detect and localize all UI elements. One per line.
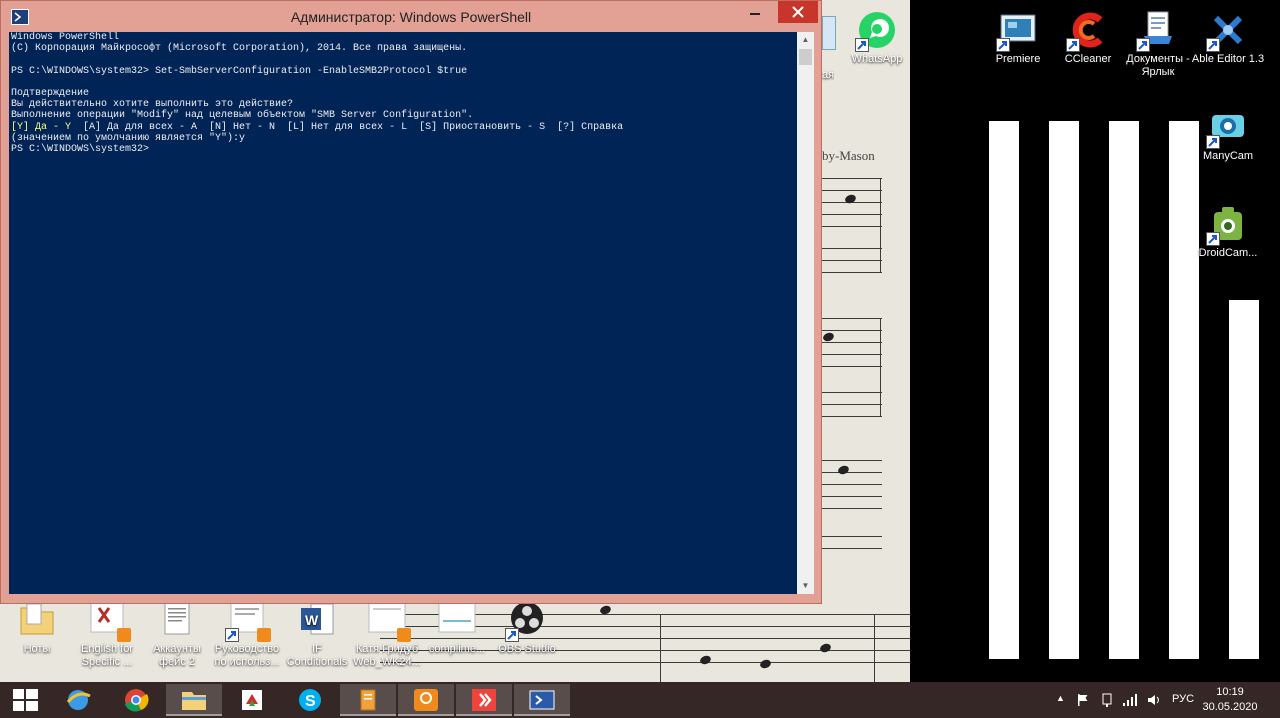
minimize-button[interactable]	[741, 1, 769, 23]
sheet-music-composer: by-Mason	[822, 148, 875, 163]
desktop-icon-katya-gridub[interactable]: Катя Гридуб Web_WK24...	[350, 600, 424, 669]
document-shortcut-icon	[225, 600, 271, 642]
white-bar	[1109, 121, 1139, 659]
svg-text:W: W	[305, 612, 319, 628]
powershell-window[interactable]: Администратор: Windows PowerShell Window…	[0, 0, 822, 604]
scroll-down-icon[interactable]: ▼	[797, 578, 814, 594]
white-bar	[1169, 121, 1199, 659]
console-line: Выполнение операции "Modify" над целевым…	[11, 110, 474, 122]
console-line: (значением по умолчанию является "Y"):y	[11, 132, 246, 144]
language-indicator[interactable]: РУС	[1172, 693, 1194, 705]
desktop-icon-ccleaner[interactable]: CCleaner	[1051, 10, 1125, 66]
network-icon[interactable]	[1100, 692, 1114, 708]
show-hidden-icons[interactable]: ▲	[1056, 693, 1065, 703]
console-command-line: PS C:\WINDOWS\system32> Set-SmbServerCon…	[11, 65, 468, 77]
desktop-icon-if-conditionals[interactable]: W IF Conditionals	[280, 600, 354, 669]
close-icon	[792, 6, 804, 18]
folder-icon	[17, 600, 57, 640]
close-button[interactable]	[778, 1, 818, 23]
window-title: Администратор: Windows PowerShell	[290, 9, 532, 25]
desktop-icon-able-editor[interactable]: Able Editor 1.3	[1191, 10, 1265, 66]
windows-logo-icon	[13, 689, 38, 711]
document-icon	[367, 600, 411, 642]
signal-icon[interactable]	[1122, 693, 1138, 707]
svg-text:S: S	[305, 693, 316, 710]
desktop-icon-notes[interactable]: Ноты	[0, 600, 74, 656]
desktop-icon-partial	[822, 16, 836, 50]
window-titlebar[interactable]: Администратор: Windows PowerShell	[1, 1, 821, 33]
volume-icon[interactable]	[1146, 692, 1162, 708]
desktop-icon-accounts[interactable]: Аккаунты фейс 2	[140, 600, 214, 669]
desktop-icon-english-for-specific[interactable]: English for Specific ...	[70, 600, 144, 669]
manycam-icon	[1206, 107, 1248, 149]
premiere-icon	[996, 10, 1038, 52]
desktop-icon-compliments[interactable]: complime...	[420, 600, 494, 656]
console-line: Подтверждение	[11, 87, 90, 99]
clock-date: 30.05.2020	[1202, 701, 1258, 713]
taskbar-pdf-app-icon[interactable]	[398, 684, 454, 716]
desktop-icon-guide[interactable]: Руководство по использ...	[210, 600, 284, 669]
flag-icon[interactable]	[1076, 693, 1090, 707]
desktop-icon-documents[interactable]: Документы - Ярлык	[1121, 10, 1195, 79]
taskbar-wps-pdf-icon[interactable]	[224, 684, 280, 716]
taskbar-ie-icon[interactable]	[50, 684, 106, 716]
other-choices: [A] Да для всех - A [N] Нет - N [L] Нет …	[71, 121, 624, 133]
document-icon	[87, 600, 131, 642]
minimize-icon	[750, 13, 760, 15]
default-choice: [Y] Да - Y	[11, 121, 72, 133]
console-line: Windows PowerShell	[11, 32, 120, 43]
desktop-icon-obs-studio[interactable]: OBS Studio	[490, 600, 564, 656]
able-editor-icon	[1206, 10, 1248, 52]
console-prompt[interactable]: PS C:\WINDOWS\system32>	[11, 144, 797, 155]
desktop-dark-area	[910, 0, 1280, 682]
clock[interactable]: 10:19 30.05.2020	[1200, 685, 1260, 715]
text-file-icon	[157, 600, 197, 640]
console-output[interactable]: Windows PowerShell (C) Корпорация Майкро…	[9, 32, 797, 594]
white-bar	[1049, 121, 1079, 659]
console-choice-line: [Y] Да - Y [A] Да для всех - A [N] Нет -…	[11, 122, 797, 133]
scrollbar-thumb[interactable]	[799, 49, 812, 65]
desktop-icon-manycam[interactable]: ManyCam	[1191, 107, 1265, 163]
white-bar	[1229, 300, 1259, 659]
ccleaner-icon	[1066, 10, 1108, 52]
word-document-icon: W	[297, 600, 337, 640]
white-bar	[989, 121, 1019, 659]
taskbar-explorer-icon[interactable]	[166, 684, 222, 716]
console-line: (C) Корпорация Майкрософт (Microsoft Cor…	[11, 43, 468, 55]
droidcam-icon	[1206, 204, 1248, 246]
desktop-icon-partial-label: ая	[822, 69, 834, 81]
obs-studio-icon	[505, 600, 547, 642]
taskbar: S ▲ РУС 10:19 30.05.2020	[0, 682, 1280, 718]
taskbar-notebook-icon[interactable]	[340, 684, 396, 716]
taskbar-skype-icon[interactable]: S	[282, 684, 338, 716]
desktop-icon-premiere[interactable]: Premiere	[981, 10, 1055, 66]
vertical-scrollbar[interactable]: ▲ ▼	[797, 32, 814, 594]
document-icon	[437, 600, 477, 640]
desktop-icon-whatsapp[interactable]: WhatsApp	[840, 10, 914, 66]
desktop-icon-droidcam[interactable]: DroidCam...	[1191, 204, 1265, 260]
console-line: Вы действительно хотите выполнить это де…	[11, 99, 294, 111]
whatsapp-icon	[855, 10, 897, 52]
scroll-up-icon[interactable]: ▲	[797, 32, 814, 48]
documents-folder-icon	[1136, 10, 1178, 52]
clock-time: 10:19	[1216, 686, 1244, 698]
start-button[interactable]	[0, 684, 52, 716]
taskbar-chrome-icon[interactable]	[108, 684, 164, 716]
taskbar-powershell-icon[interactable]	[514, 684, 570, 716]
taskbar-anydesk-icon[interactable]	[456, 684, 512, 716]
